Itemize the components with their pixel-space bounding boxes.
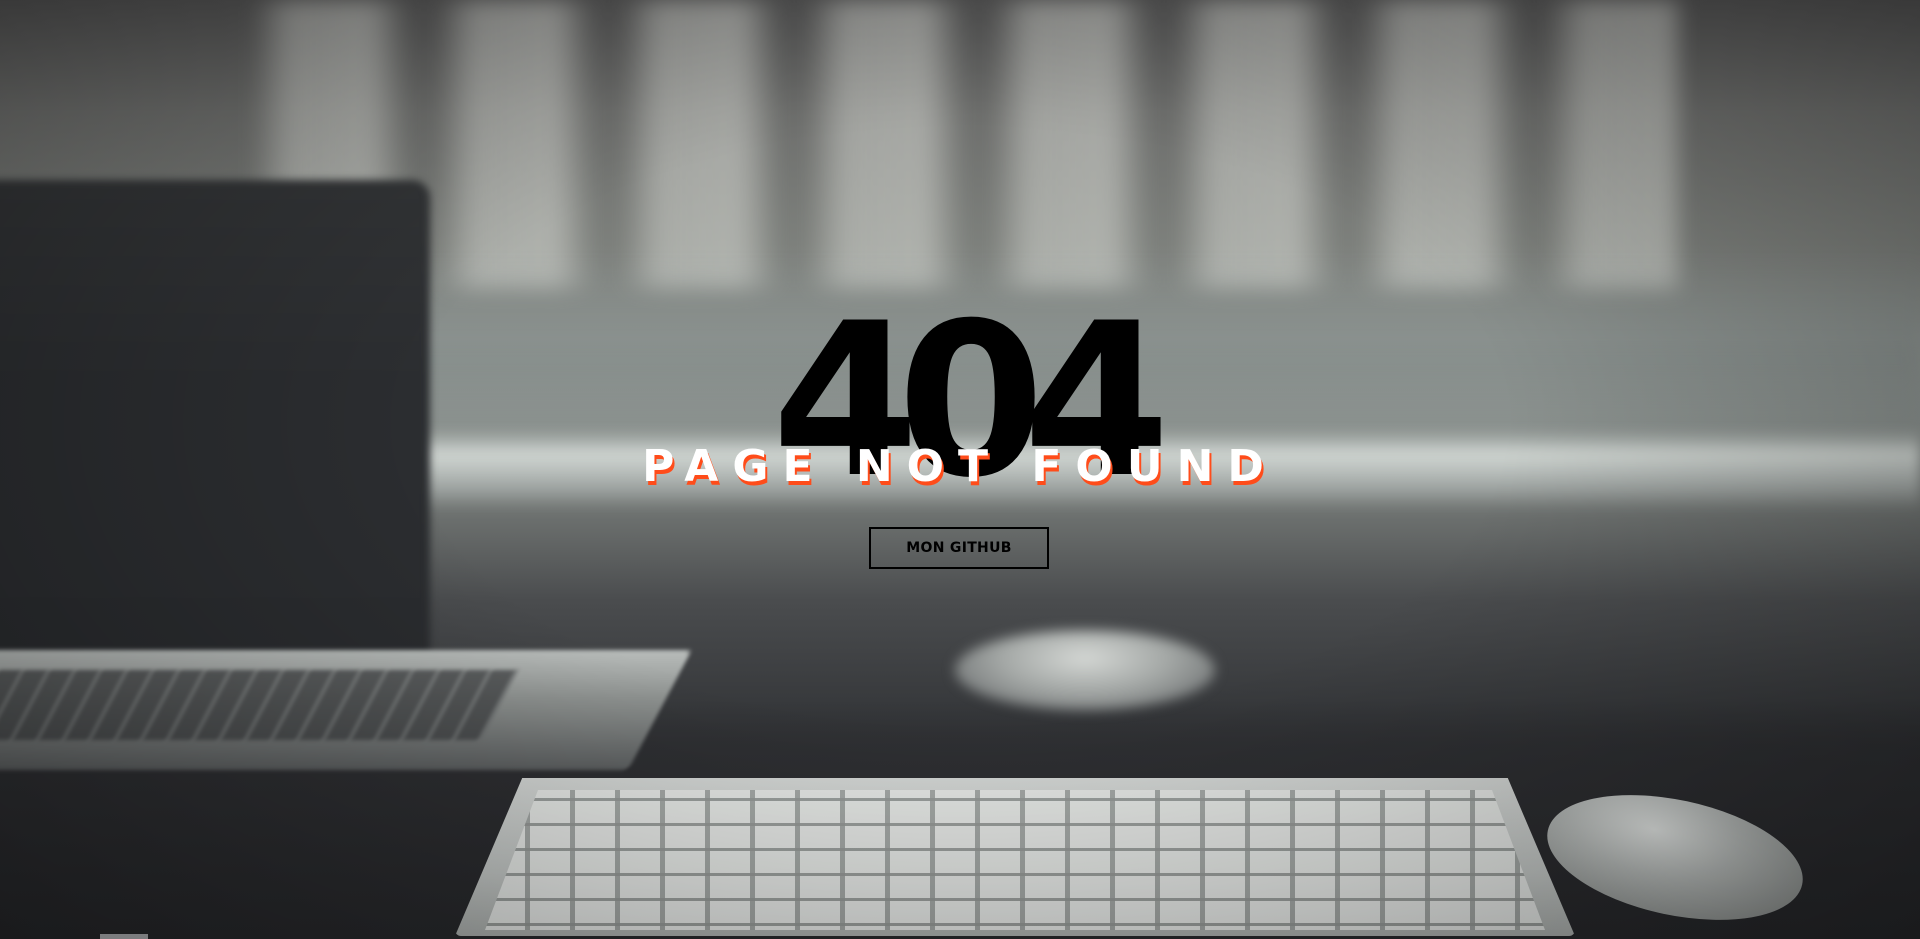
error-headline: PAGE NOT FOUND	[642, 441, 1278, 492]
error-content: 404 PAGE NOT FOUND MON GITHUB	[0, 0, 1920, 939]
github-button[interactable]: MON GITHUB	[869, 527, 1049, 569]
page: 404 PAGE NOT FOUND MON GITHUB	[0, 0, 1920, 939]
